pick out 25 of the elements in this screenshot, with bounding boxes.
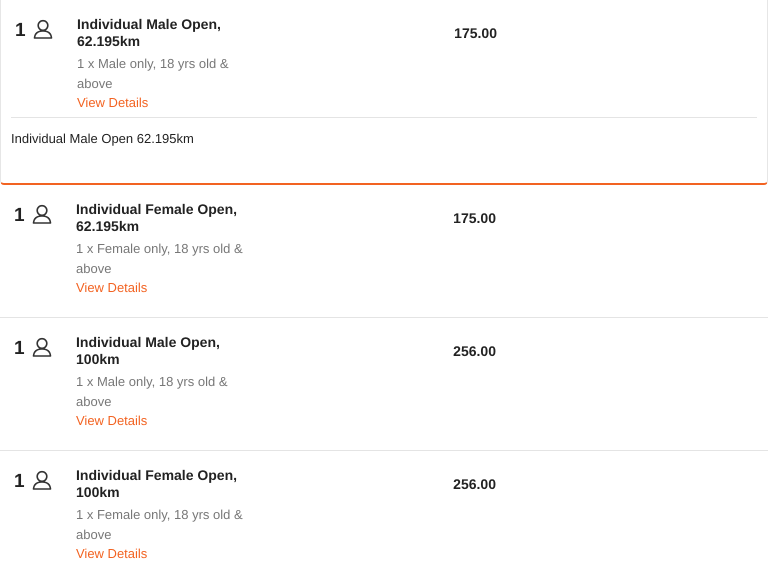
view-details-link[interactable]: View Details — [76, 278, 266, 297]
quantity: 1 — [14, 471, 26, 493]
ticket-price: 175.00 — [453, 25, 497, 41]
ticket-price: 175.00 — [452, 210, 496, 226]
ticket-price: 256.00 — [452, 476, 496, 492]
ticket-name: Individual Female Open, 62.195km — [76, 201, 238, 235]
ticket-name: Individual Male Open, 62.195km — [77, 16, 222, 50]
ticket-details: Individual Male Open 62.195km — [11, 131, 195, 146]
view-details-link[interactable]: View Details — [77, 93, 267, 112]
quantity: 1 — [15, 20, 27, 42]
ticket-name: Individual Female Open, 100km — [76, 467, 238, 501]
person-icon — [33, 19, 53, 39]
person-icon — [32, 204, 52, 224]
ticket-description: 1 x Male only, 18 yrs old & above — [77, 55, 230, 92]
ticket-name: Individual Male Open, 100km — [76, 334, 221, 368]
ticket-description: 1 x Female only, 18 yrs old & above — [76, 240, 244, 278]
ticket-price: 256.00 — [452, 343, 496, 359]
person-icon — [32, 470, 52, 490]
view-details-link[interactable]: View Details — [76, 411, 266, 430]
person-icon — [32, 337, 52, 357]
ticket-description: 1 x Female only, 18 yrs old & above — [76, 506, 244, 544]
quantity: 1 — [14, 338, 26, 360]
quantity: 1 — [14, 205, 26, 227]
ticket-description: 1 x Male only, 18 yrs old & above — [76, 373, 228, 410]
view-details-link[interactable]: View Details — [76, 544, 266, 563]
